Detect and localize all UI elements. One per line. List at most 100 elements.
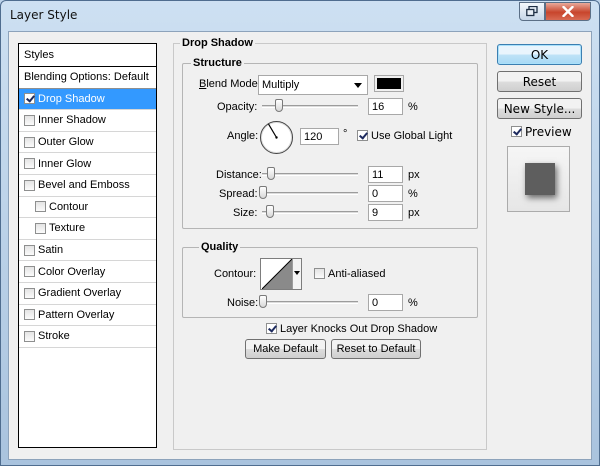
blend-mode-value: Multiply <box>262 79 300 91</box>
use-global-light-label: Use Global Light <box>371 130 453 142</box>
new-style-button[interactable]: New Style... <box>497 98 582 119</box>
reset-button[interactable]: Reset <box>497 71 582 92</box>
style-item-label: Inner Shadow <box>38 114 106 127</box>
style-item-checkbox[interactable] <box>24 330 35 342</box>
opacity-input[interactable]: 16 <box>368 98 403 115</box>
style-item-label: Contour <box>49 200 89 213</box>
style-item-pattern-overlay[interactable]: Pattern Overlay <box>19 305 156 327</box>
style-item-outer-glow[interactable]: Outer Glow <box>19 132 156 154</box>
style-item-label: Stroke <box>38 330 70 343</box>
noise-unit: % <box>408 297 418 309</box>
quality-group: Quality Contour: Anti-aliased Noise: 0 % <box>182 241 478 318</box>
restore-icon <box>526 6 538 17</box>
style-item-label: Pattern Overlay <box>38 308 115 321</box>
style-item-bevel-and-emboss[interactable]: Bevel and Emboss <box>19 175 156 197</box>
style-item-checkbox[interactable] <box>24 266 35 278</box>
angle-input[interactable]: 120 <box>300 128 339 145</box>
distance-slider-thumb[interactable] <box>267 167 275 180</box>
distance-unit: px <box>408 169 420 181</box>
style-item-contour[interactable]: Contour <box>19 197 156 219</box>
window-title: Layer Style <box>10 8 78 22</box>
spread-label: Spread: <box>219 188 258 200</box>
style-item-stroke[interactable]: Stroke <box>19 326 156 348</box>
layer-knocks-out-label: Layer Knocks Out Drop Shadow <box>280 323 438 335</box>
style-item-checkbox[interactable] <box>35 222 46 234</box>
restore-button[interactable] <box>519 2 545 21</box>
style-item-color-overlay[interactable]: Color Overlay <box>19 261 156 283</box>
blend-mode-label: Blend Mode: <box>199 78 261 90</box>
blend-mode-select[interactable]: Multiply <box>258 75 368 95</box>
contour-picker[interactable] <box>260 258 302 290</box>
style-item-checkbox[interactable] <box>35 201 46 213</box>
anti-aliased-label: Anti-aliased <box>328 268 386 280</box>
structure-group: Structure Blend Mode: Multiply Opacity: … <box>182 57 478 229</box>
style-item-drop-shadow[interactable]: Drop Shadow <box>19 88 156 111</box>
layer-style-window: Layer Style Styles Blending Options: Def… <box>0 0 600 466</box>
style-item-checkbox[interactable] <box>24 244 35 256</box>
size-slider-thumb[interactable] <box>266 205 274 218</box>
style-item-checkbox[interactable] <box>24 179 35 191</box>
opacity-label: Opacity: <box>217 101 258 113</box>
ok-button[interactable]: OK <box>497 44 582 65</box>
style-item-label: Gradient Overlay <box>38 287 122 300</box>
style-item-label: Bevel and Emboss <box>38 179 130 192</box>
blending-options-item[interactable]: Blending Options: Default <box>19 67 156 89</box>
opacity-slider-thumb[interactable] <box>275 99 283 112</box>
style-item-label: Color Overlay <box>38 265 106 278</box>
distance-input[interactable]: 11 <box>368 166 403 183</box>
quality-title: Quality <box>199 241 241 253</box>
distance-label: Distance: <box>216 169 262 181</box>
spread-slider-track[interactable] <box>262 192 358 195</box>
style-item-checkbox[interactable] <box>24 158 35 170</box>
style-item-checkbox[interactable] <box>24 287 35 299</box>
style-item-inner-shadow[interactable]: Inner Shadow <box>19 110 156 132</box>
distance-slider-track[interactable] <box>262 173 358 176</box>
style-item-checkbox[interactable] <box>24 114 35 126</box>
angle-dial[interactable] <box>260 121 293 154</box>
title-bar[interactable]: Layer Style <box>1 1 599 31</box>
layer-knocks-out-checkbox[interactable] <box>266 323 277 334</box>
dialog-body: Styles Blending Options: Default Drop Sh… <box>8 31 592 460</box>
size-label: Size: <box>233 207 258 219</box>
spread-slider-thumb[interactable] <box>259 186 267 199</box>
spread-input[interactable]: 0 <box>368 185 403 202</box>
angle-unit: ° <box>343 128 348 140</box>
styles-list: Styles Blending Options: Default Drop Sh… <box>18 43 157 448</box>
anti-aliased-checkbox[interactable] <box>314 268 325 279</box>
noise-input[interactable]: 0 <box>368 294 403 311</box>
use-global-light-checkbox[interactable] <box>357 130 368 141</box>
make-default-button[interactable]: Make Default <box>245 339 326 359</box>
angle-needle-icon <box>267 123 278 139</box>
contour-dropdown-button[interactable] <box>292 259 301 289</box>
style-item-label: Texture <box>49 222 86 235</box>
shadow-color-swatch[interactable] <box>374 75 404 92</box>
preview-checkbox[interactable] <box>511 126 522 137</box>
style-item-checkbox[interactable] <box>24 136 35 148</box>
style-item-label: Inner Glow <box>38 157 92 170</box>
size-slider-track[interactable] <box>262 211 358 214</box>
chevron-down-icon <box>354 83 362 88</box>
contour-curve-icon <box>262 259 292 289</box>
style-item-gradient-overlay[interactable]: Gradient Overlay <box>19 283 156 305</box>
style-item-satin[interactable]: Satin <box>19 240 156 262</box>
style-item-texture[interactable]: Texture <box>19 218 156 240</box>
drop-shadow-title: Drop Shadow <box>180 37 255 49</box>
style-item-checkbox[interactable] <box>24 309 35 321</box>
blend-mode-label-text: lend Mode: <box>206 78 261 90</box>
noise-slider-thumb[interactable] <box>259 295 267 308</box>
blending-options-label: Blending Options: Default <box>24 71 149 84</box>
drop-shadow-panel: Drop Shadow Structure Blend Mode: Multip… <box>173 37 487 450</box>
reset-to-default-button[interactable]: Reset to Default <box>331 339 421 359</box>
styles-header: Styles <box>19 44 156 67</box>
preview-label: Preview <box>525 125 572 139</box>
close-button[interactable] <box>545 2 591 21</box>
shadow-color-fill <box>377 78 401 89</box>
style-item-label: Drop Shadow <box>38 92 105 105</box>
style-item-inner-glow[interactable]: Inner Glow <box>19 153 156 175</box>
style-item-label: Outer Glow <box>38 136 94 149</box>
style-item-checkbox[interactable] <box>24 93 35 105</box>
size-input[interactable]: 9 <box>368 204 403 221</box>
angle-label: Angle: <box>227 130 259 142</box>
noise-slider-track[interactable] <box>262 301 358 304</box>
contour-label: Contour: <box>214 268 257 280</box>
